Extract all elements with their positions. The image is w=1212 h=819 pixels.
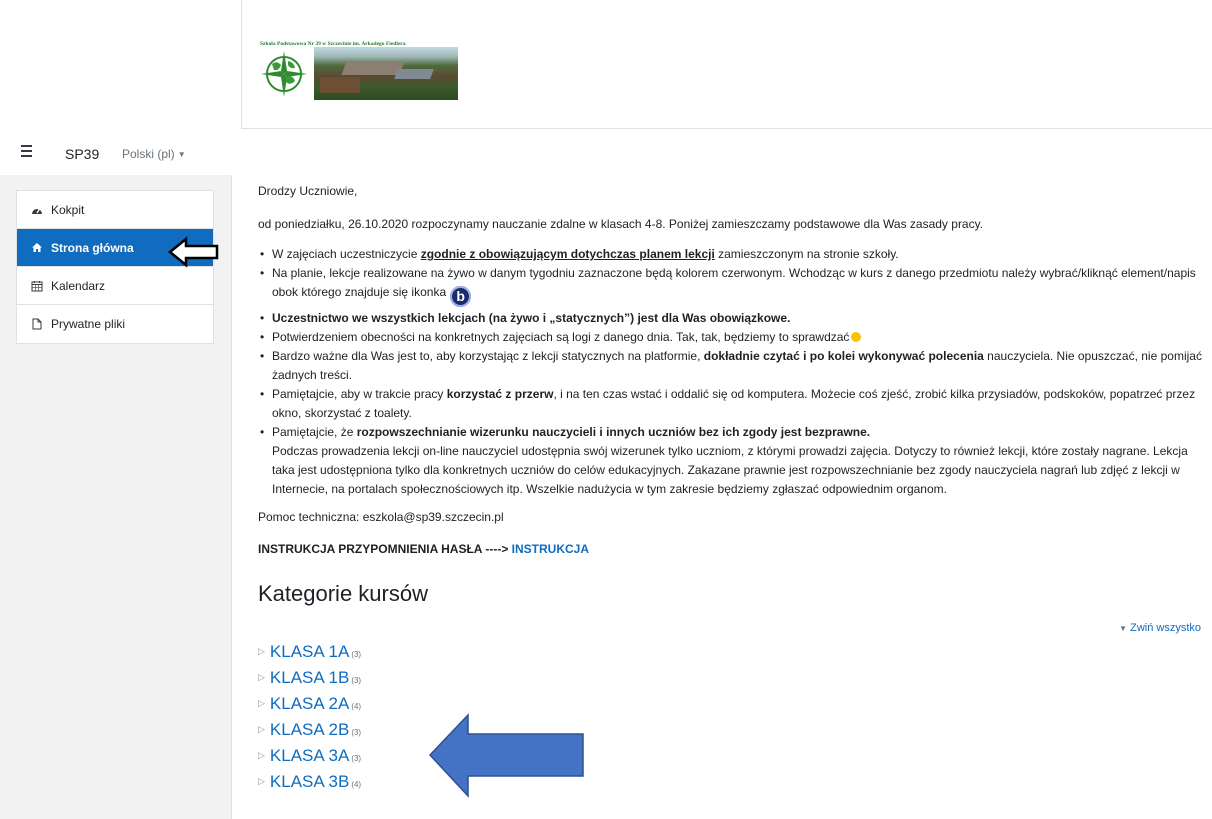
password-instruction: INSTRUKCJA PRZYPOMNIENIA HASŁA ----> INS… — [258, 542, 590, 556]
category-klasa-3b[interactable]: ▷ KLASA 3B (4) — [258, 768, 361, 794]
site-name[interactable]: SP39 — [65, 146, 99, 162]
language-menu[interactable]: Polski (pl) ▼ — [122, 147, 186, 161]
category-klasa-1b[interactable]: ▷ KLASA 1B (3) — [258, 664, 361, 690]
triangle-right-icon: ▷ — [258, 723, 265, 734]
triangle-right-icon: ▷ — [258, 645, 265, 656]
category-klasa-1a[interactable]: ▷ KLASA 1A (3) — [258, 638, 361, 664]
list-item: Uczestnictwo we wszystkich lekcjach (na … — [260, 309, 1212, 328]
triangle-right-icon: ▷ — [258, 697, 265, 708]
greeting-text: Drodzy Uczniowie, — [258, 184, 358, 198]
course-categories-heading: Kategorie kursów — [258, 581, 428, 606]
list-item: Potwierdzeniem obecności na konkretnych … — [260, 328, 1212, 347]
smiley-icon — [851, 332, 862, 342]
file-icon — [30, 318, 43, 330]
triangle-down-icon: ▼ — [1119, 624, 1128, 633]
sidebar-item-label: Strona główna — [51, 240, 134, 255]
sidebar-item-label: Prywatne pliki — [51, 317, 126, 331]
list-item: Bardzo ważne dla Was jest to, aby korzys… — [260, 347, 1212, 385]
header-logo-area: Szkoła Podstawowa Nr 39 w Szczecinie im.… — [241, 0, 1212, 129]
list-item: Pamiętajcie, aby w trakcie pracy korzyst… — [260, 385, 1212, 423]
navbar: SP39 Polski (pl) ▼ — [0, 129, 1212, 175]
category-klasa-2a[interactable]: ▷ KLASA 2A (4) — [258, 690, 361, 716]
sidebar-item-kalendarz[interactable]: Kalendarz — [17, 267, 213, 305]
category-klasa-2b[interactable]: ▷ KLASA 2B (3) — [258, 716, 361, 742]
sidebar-item-prywatne-pliki[interactable]: Prywatne pliki — [17, 305, 213, 343]
technical-support-text: Pomoc techniczna: eszkola@sp39.szczecin.… — [258, 510, 504, 524]
password-instruction-link[interactable]: INSTRUKCJA — [512, 542, 589, 556]
intro-text: od poniedziałku, 26.10.2020 rozpoczynamy… — [258, 217, 984, 231]
rules-list: W zajęciach uczestniczycie zgodnie z obo… — [258, 245, 1212, 499]
category-list: ▷ KLASA 1A (3) ▷ KLASA 1B (3) ▷ KLASA 2A (4) ▷… — [258, 638, 361, 794]
category-klasa-3a[interactable]: ▷ KLASA 3A (3) — [258, 742, 361, 768]
school-photo — [314, 47, 458, 100]
sidebar-item-label: Kokpit — [51, 202, 85, 217]
hamburger-menu-icon[interactable] — [16, 140, 38, 162]
triangle-right-icon: ▷ — [258, 671, 265, 682]
dashboard-icon — [30, 205, 43, 215]
arrow-left-annotation-icon — [168, 236, 219, 268]
caret-down-icon: ▼ — [177, 150, 186, 159]
list-item: Na planie, lekcje realizowane na żywo w … — [260, 264, 1212, 307]
sidebar-item-kokpit[interactable]: Kokpit — [17, 191, 213, 229]
home-icon — [30, 242, 43, 253]
bigbluebutton-icon: b — [450, 286, 472, 307]
arrow-left-annotation-icon — [428, 713, 584, 798]
list-item: W zajęciach uczestniczycie zgodnie z obo… — [260, 245, 1212, 264]
sidebar-item-label: Kalendarz — [51, 278, 106, 293]
list-item: Pamiętajcie, że rozpowszechnianie wizeru… — [260, 423, 1212, 499]
collapse-all-link[interactable]: ▼ Zwiń wszystko — [1119, 619, 1201, 638]
calendar-icon — [30, 280, 43, 292]
globe-logo-icon — [261, 51, 307, 97]
schedule-emphasis: zgodnie z obowiązującym dotychczas plane… — [420, 247, 715, 261]
triangle-right-icon: ▷ — [258, 749, 265, 760]
language-label: Polski (pl) — [122, 147, 175, 161]
triangle-right-icon: ▷ — [258, 775, 265, 786]
